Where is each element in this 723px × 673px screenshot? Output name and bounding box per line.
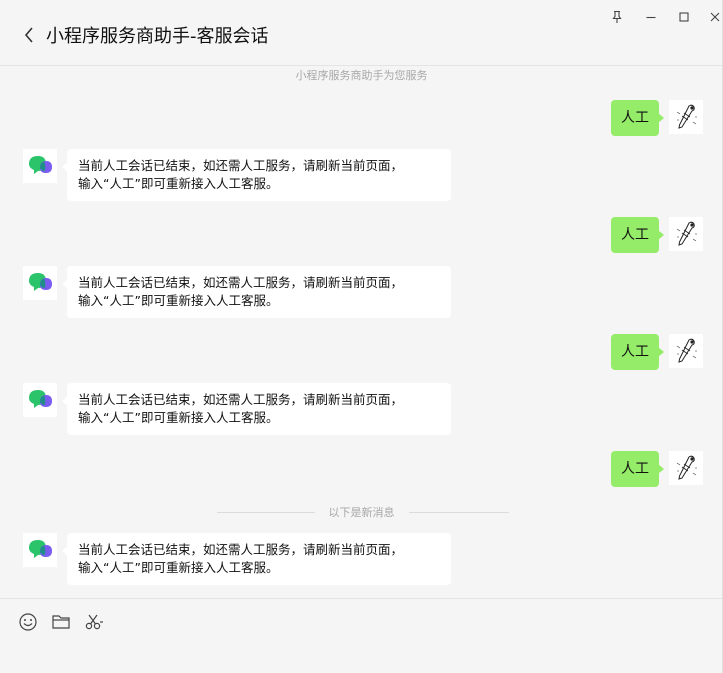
- bot-message-line: 当前人工会话已结束，如还需人工服务，请刷新当前页面，: [78, 542, 404, 557]
- user-avatar[interactable]: [669, 217, 703, 251]
- bot-message-line: 输入“人工”即可重新接入人工客服。: [78, 410, 279, 425]
- user-message-bubble[interactable]: 人工: [611, 217, 664, 253]
- miniprogram-assistant-logo-icon: [23, 266, 57, 300]
- folder-icon: [52, 615, 70, 629]
- bot-message-line: 输入“人工”即可重新接入人工客服。: [78, 293, 279, 308]
- bot-avatar[interactable]: [23, 149, 57, 183]
- miniprogram-assistant-logo-icon: [23, 383, 57, 417]
- screenshot-button[interactable]: [83, 611, 105, 633]
- bot-message-bubble[interactable]: 当前人工会话已结束，如还需人工服务，请刷新当前页面， 输入“人工”即可重新接入人…: [62, 266, 451, 318]
- user-avatar[interactable]: [669, 334, 703, 368]
- user-avatar-sketch-icon: [669, 217, 703, 251]
- service-note: 小程序服务商助手为您服务: [295, 69, 428, 82]
- bot-message-line: 输入“人工”即可重新接入人工客服。: [78, 176, 279, 191]
- user-avatar-sketch-icon: [669, 100, 703, 134]
- bot-avatar[interactable]: [23, 533, 57, 567]
- maximize-icon: [679, 12, 689, 22]
- divider-line-right: [409, 512, 509, 513]
- pin-icon: [612, 10, 622, 23]
- close-icon: [710, 12, 720, 22]
- back-button[interactable]: [20, 24, 40, 46]
- bot-message-bubble[interactable]: 当前人工会话已结束，如还需人工服务，请刷新当前页面， 输入“人工”即可重新接入人…: [62, 149, 451, 201]
- miniprogram-assistant-logo-icon: [23, 533, 57, 567]
- bot-avatar[interactable]: [23, 383, 57, 417]
- miniprogram-assistant-logo-icon: [23, 149, 57, 183]
- bot-avatar[interactable]: [23, 266, 57, 300]
- bot-message-line: 当前人工会话已结束，如还需人工服务，请刷新当前页面，: [78, 392, 404, 407]
- user-message-bubble[interactable]: 人工: [611, 451, 664, 487]
- pin-button[interactable]: [606, 6, 628, 28]
- user-message-bubble[interactable]: 人工: [611, 100, 664, 136]
- bot-message-bubble[interactable]: 当前人工会话已结束，如还需人工服务，请刷新当前页面， 输入“人工”即可重新接入人…: [62, 383, 451, 435]
- chevron-left-icon: [24, 27, 33, 43]
- user-avatar[interactable]: [669, 451, 703, 485]
- close-button[interactable]: [704, 6, 723, 28]
- bot-message-line: 当前人工会话已结束，如还需人工服务，请刷新当前页面，: [78, 275, 404, 290]
- chat-message-area[interactable]: 小程序服务商助手为您服务 人工 当前人工会话已结束，如还需人工服务，请刷新当前页…: [0, 66, 723, 598]
- user-message-bubble[interactable]: 人工: [611, 334, 664, 370]
- page-title: 小程序服务商助手-客服会话: [46, 26, 269, 47]
- scissors-icon: [85, 614, 103, 630]
- new-messages-divider: 以下是新消息: [328, 506, 395, 519]
- bot-message-line: 输入“人工”即可重新接入人工客服。: [78, 560, 279, 575]
- send-file-button[interactable]: [50, 611, 72, 633]
- minimize-icon: [646, 16, 656, 19]
- bot-message-line: 当前人工会话已结束，如还需人工服务，请刷新当前页面，: [78, 158, 404, 173]
- message-input-area[interactable]: [0, 598, 723, 673]
- user-avatar[interactable]: [669, 100, 703, 134]
- user-avatar-sketch-icon: [669, 334, 703, 368]
- emoji-icon: [19, 613, 37, 631]
- title-bar: 小程序服务商助手-客服会话: [0, 0, 723, 66]
- maximize-button[interactable]: [673, 6, 695, 28]
- bot-message-bubble[interactable]: 当前人工会话已结束，如还需人工服务，请刷新当前页面， 输入“人工”即可重新接入人…: [62, 533, 451, 585]
- emoji-button[interactable]: [17, 611, 39, 633]
- minimize-button[interactable]: [640, 6, 662, 28]
- user-avatar-sketch-icon: [669, 451, 703, 485]
